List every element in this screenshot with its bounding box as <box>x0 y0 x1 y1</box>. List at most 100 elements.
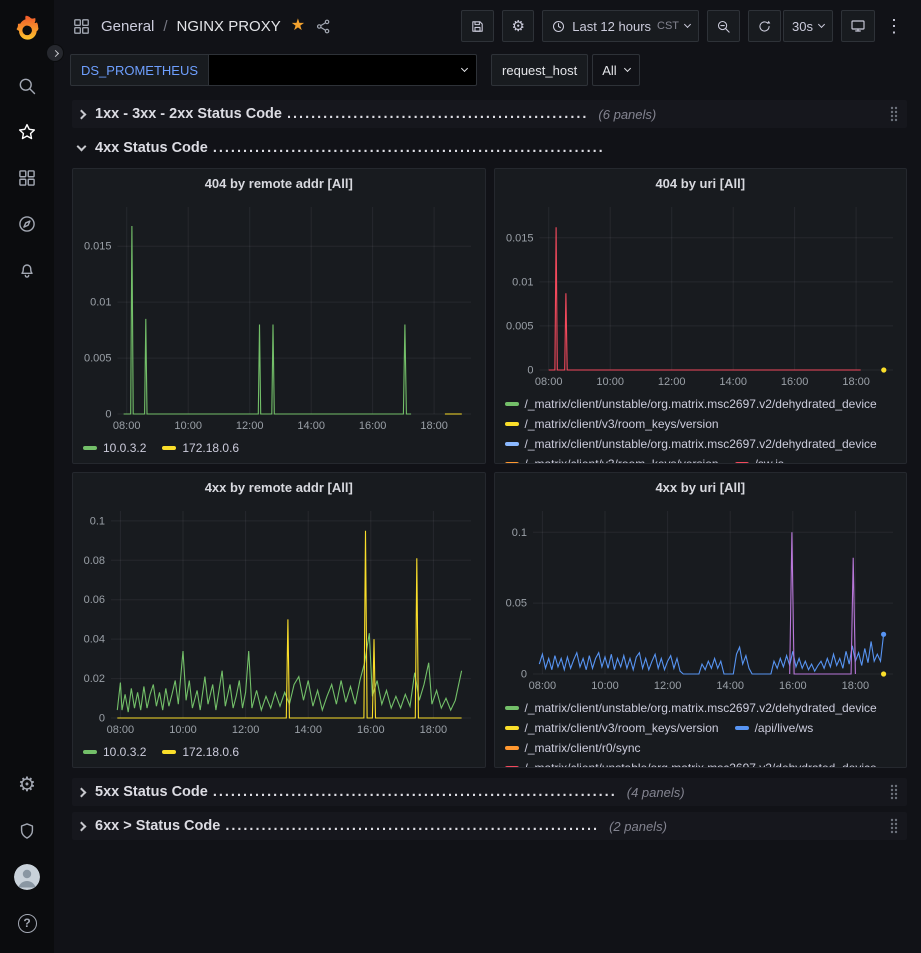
time-range-picker[interactable]: Last 12 hours CST <box>542 10 699 42</box>
dashboard-apps-icon[interactable] <box>70 15 93 38</box>
explore-compass-icon[interactable] <box>7 204 47 244</box>
svg-text:12:00: 12:00 <box>657 376 685 388</box>
legend-swatch <box>505 746 519 750</box>
chevron-down-icon <box>461 65 468 72</box>
svg-text:14:00: 14:00 <box>297 420 325 432</box>
navbar-toolbar: ⚙ Last 12 hours CST 30s <box>461 10 905 42</box>
legend-item[interactable]: 172.18.0.6 <box>162 439 239 457</box>
breadcrumb-folder[interactable]: General <box>101 18 154 35</box>
variable-request-host: request_host All <box>491 54 640 86</box>
grafana-logo-icon[interactable] <box>7 8 47 48</box>
row-6xx[interactable]: 6xx > Status Code ......................… <box>72 812 907 840</box>
chevron-down-icon <box>818 21 825 28</box>
alerting-bell-icon[interactable] <box>7 250 47 290</box>
row-title: 6xx > Status Code <box>95 818 220 834</box>
time-series-chart[interactable]: 08:0010:0012:0014:0016:0018:0000.050.1 <box>495 501 907 695</box>
legend-swatch <box>505 442 519 446</box>
row-5xx[interactable]: 5xx Status Code ........................… <box>72 778 907 806</box>
svg-text:10:00: 10:00 <box>174 420 202 432</box>
row-drag-handle[interactable] <box>887 781 901 803</box>
legend-swatch <box>735 462 749 463</box>
row-drag-handle[interactable] <box>887 815 901 837</box>
legend-item[interactable]: /_matrix/client/unstable/org.matrix.msc2… <box>505 699 877 717</box>
search-icon[interactable] <box>7 66 47 106</box>
refresh-interval-picker[interactable]: 30s <box>783 10 833 42</box>
svg-text:12:00: 12:00 <box>232 724 260 736</box>
row-title: 4xx Status Code <box>95 140 208 156</box>
legend-item[interactable]: /_matrix/client/v3/room_keys/version <box>505 415 719 433</box>
row-1xx-3xx-2xx[interactable]: 1xx - 3xx - 2xx Status Code ............… <box>72 100 907 128</box>
variable-label: DS_PROMETHEUS <box>70 54 209 86</box>
legend-item[interactable]: /sw.js <box>735 455 784 463</box>
panel-title[interactable]: 4xx by remote addr [All] <box>73 473 485 501</box>
save-dashboard-button[interactable] <box>461 10 494 42</box>
kebab-menu-icon[interactable]: ⋮ <box>883 17 905 35</box>
share-icon[interactable] <box>313 16 334 37</box>
request-host-value-dropdown[interactable]: All <box>592 54 639 86</box>
legend-item[interactable]: /_matrix/client/v3/room_keys/version <box>505 455 719 463</box>
user-avatar[interactable] <box>7 857 47 897</box>
help-icon[interactable]: ? <box>7 903 47 943</box>
svg-text:0: 0 <box>520 669 526 681</box>
grafana-app: ⚙ ? General / NGINX PROXY ★ <box>0 0 921 953</box>
svg-text:0.005: 0.005 <box>84 353 112 365</box>
panel-404-by-remote-addr: 404 by remote addr [All] 08:0010:0012:00… <box>72 168 486 464</box>
starred-dashboards-icon[interactable] <box>7 112 47 152</box>
panel-title[interactable]: 4xx by uri [All] <box>495 473 907 501</box>
admin-shield-icon[interactable] <box>7 811 47 851</box>
main-area: General / NGINX PROXY ★ ⚙ Last 12 hours … <box>54 0 921 953</box>
legend-item[interactable]: /_matrix/client/v3/room_keys/version <box>505 719 719 737</box>
refresh-group: 30s <box>748 10 833 42</box>
svg-text:0.02: 0.02 <box>84 673 105 685</box>
svg-text:0: 0 <box>105 409 111 421</box>
time-series-chart[interactable]: 08:0010:0012:0014:0016:0018:0000.0050.01… <box>73 197 485 435</box>
dashboard-settings-button[interactable]: ⚙ <box>502 10 534 42</box>
legend-item[interactable]: /_matrix/client/unstable/org.matrix.msc2… <box>505 759 877 767</box>
chevron-down-icon <box>684 21 691 28</box>
time-series-chart[interactable]: 08:0010:0012:0014:0016:0018:0000.0050.01… <box>495 197 907 391</box>
legend-swatch <box>505 462 519 463</box>
legend-item[interactable]: /_matrix/client/unstable/org.matrix.msc2… <box>505 395 877 413</box>
svg-text:18:00: 18:00 <box>420 420 448 432</box>
panel-title[interactable]: 404 by uri [All] <box>495 169 907 197</box>
zoom-out-button[interactable] <box>707 10 740 42</box>
legend-swatch <box>162 446 176 450</box>
variable-ds-prometheus: DS_PROMETHEUS <box>70 54 477 86</box>
svg-text:14:00: 14:00 <box>716 680 744 692</box>
row-title: 5xx Status Code <box>95 784 208 800</box>
sidebar-expand-button[interactable] <box>46 44 64 62</box>
row-panel-count: (2 panels) <box>609 819 667 834</box>
svg-text:08:00: 08:00 <box>534 376 562 388</box>
legend-swatch <box>505 706 519 710</box>
legend-item[interactable]: 10.0.3.2 <box>83 439 146 457</box>
legend-item[interactable]: /_matrix/client/unstable/org.matrix.msc2… <box>505 435 877 453</box>
legend-item[interactable]: 172.18.0.6 <box>162 743 239 761</box>
server-admin-gear-icon[interactable]: ⚙ <box>7 765 47 805</box>
svg-text:0.08: 0.08 <box>84 555 105 567</box>
dashboards-icon[interactable] <box>7 158 47 198</box>
panel-title[interactable]: 404 by remote addr [All] <box>73 169 485 197</box>
svg-text:08:00: 08:00 <box>113 420 141 432</box>
time-series-chart[interactable]: 08:0010:0012:0014:0016:0018:0000.020.040… <box>73 501 485 739</box>
chevron-right-icon <box>51 49 58 56</box>
tv-mode-button[interactable] <box>841 10 875 42</box>
row-4xx[interactable]: 4xx Status Code ........................… <box>72 134 907 162</box>
svg-text:18:00: 18:00 <box>842 376 870 388</box>
panel-4xx-by-uri: 4xx by uri [All] 08:0010:0012:0014:0016:… <box>494 472 908 768</box>
favorite-star-icon[interactable]: ★ <box>291 18 305 34</box>
legend-item[interactable]: /_matrix/client/r0/sync <box>505 739 641 757</box>
chevron-down-icon <box>77 142 87 152</box>
legend-item[interactable]: /api/live/ws <box>735 719 814 737</box>
monitor-icon <box>850 18 866 34</box>
svg-text:10:00: 10:00 <box>591 680 619 692</box>
legend-item[interactable]: 10.0.3.2 <box>83 743 146 761</box>
svg-text:0.06: 0.06 <box>84 594 105 606</box>
row-drag-handle[interactable] <box>887 103 901 125</box>
chevron-right-icon <box>77 109 87 119</box>
clock-icon <box>551 19 566 34</box>
refresh-button[interactable] <box>748 10 781 42</box>
ds-prometheus-value-dropdown[interactable] <box>209 54 477 86</box>
help-glyph: ? <box>23 916 30 930</box>
chevron-right-icon <box>77 787 87 797</box>
dashboard-title: NGINX PROXY <box>177 18 281 35</box>
